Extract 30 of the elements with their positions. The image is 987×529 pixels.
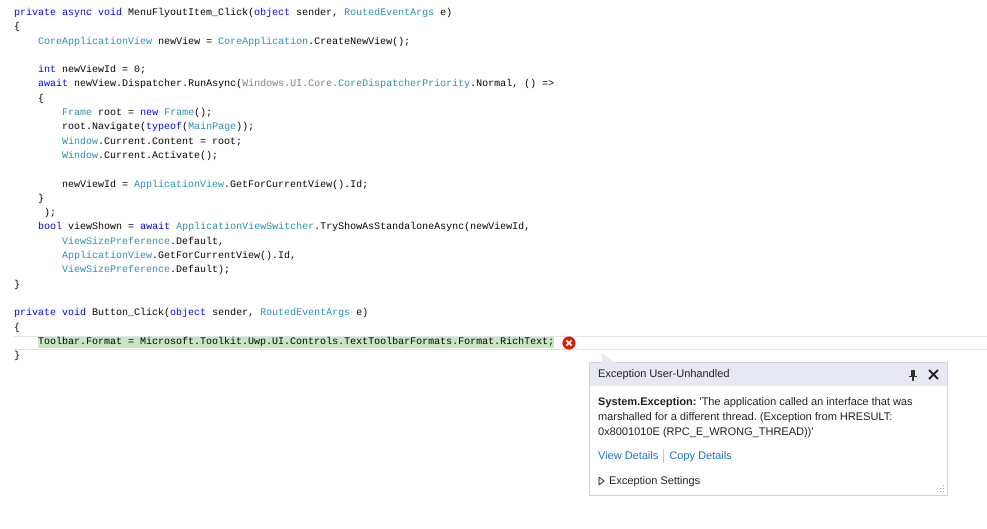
code-line: { (37, 92, 44, 107)
code-line: ViewSizePreference.Default, (61, 236, 224, 250)
details-link[interactable]: View Details (598, 448, 658, 464)
exception-settings-toggle[interactable]: Exception Settings (609, 472, 700, 489)
code-line: root.Navigate(typeof(MainPage)); (61, 121, 254, 136)
code-line: int newViewId = 0; (37, 64, 146, 78)
details-link[interactable]: Copy Details (669, 448, 732, 464)
exception-message: System.Exception: 'The application called an interface that was marshalled for a different thread. (Exception from HRESULT: 0x8001010E (RPC_E_WRONG_THREAD))' (598, 395, 914, 440)
code-line: } (14, 278, 20, 293)
code-line: Window.Current.Content = root; (61, 136, 242, 150)
error-icon[interactable] (562, 336, 576, 350)
code-line: ); (43, 207, 56, 222)
popup-title: Exception User-Unhandled (598, 367, 730, 382)
close-icon[interactable] (928, 369, 939, 380)
code-line: private void Button_Click(object sender, RoutedEventArgs e) (14, 307, 368, 322)
code-line: await newView.Dispatcher.RunAsync(Windows.UI.Core.CoreDispatcherPriority.Normal, () => (37, 78, 554, 92)
code-line: } (37, 192, 44, 207)
code-line: Window.Current.Activate(); (61, 150, 218, 164)
code-line: private async void MenuFlyoutItem_Click(object sender, RoutedEventArgs e) (14, 7, 452, 21)
code-line: ViewSizePreference.Default); (61, 264, 230, 278)
code-line: ApplicationView.GetForCurrentView().Id, (61, 250, 296, 264)
code-line: bool viewShown = await ApplicationViewSwitcher.TryShowAsStandaloneAsync(newViewId, (37, 221, 530, 236)
code-line: { (14, 21, 20, 36)
expand-arrow-icon[interactable] (598, 476, 605, 485)
pin-icon[interactable] (908, 368, 918, 380)
code-line: } (14, 350, 20, 364)
code-line: newViewId = ApplicationView.GetForCurrentView().Id; (61, 178, 368, 193)
code-line: Frame root = new Frame(); (61, 107, 212, 122)
code-line: { (14, 322, 20, 336)
code-line: CoreApplicationView newView = CoreApplication.CreateNewView(); (37, 36, 410, 50)
